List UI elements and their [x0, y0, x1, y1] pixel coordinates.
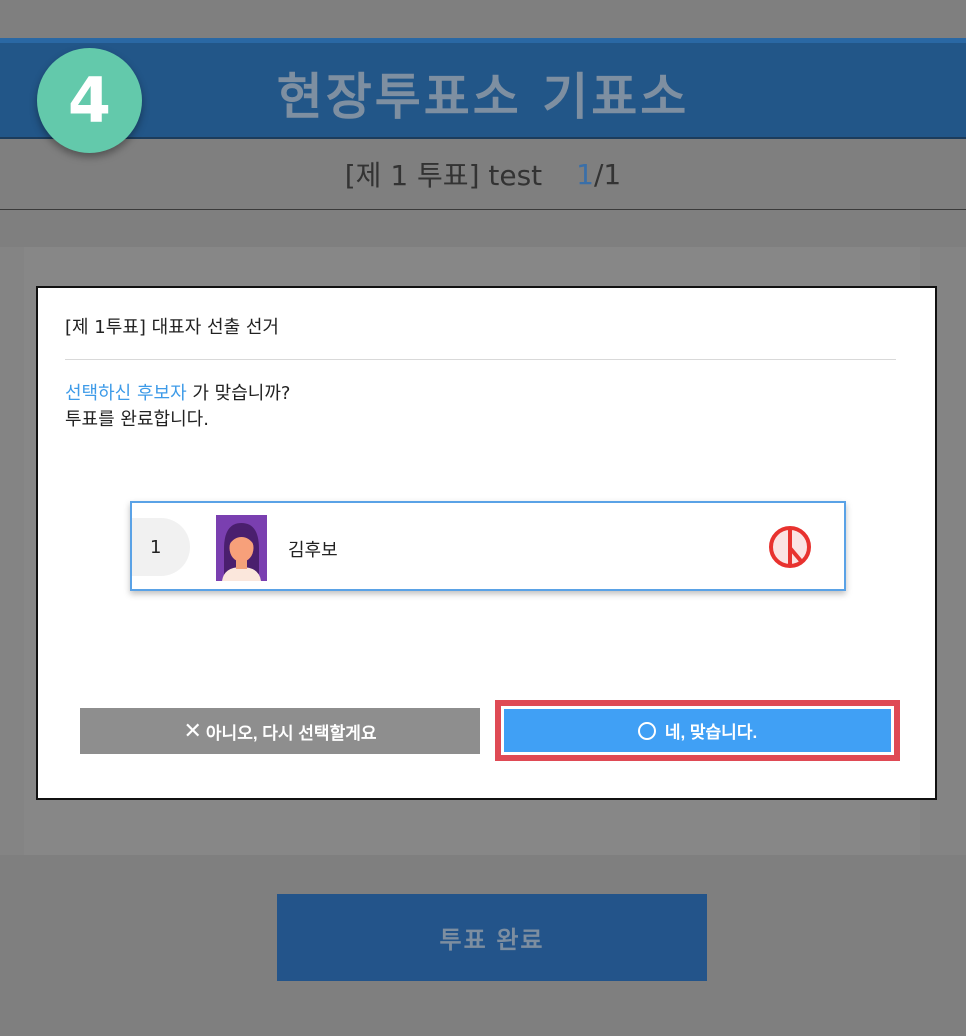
step-badge: 4	[37, 48, 142, 153]
yes-confirm-button[interactable]: 네, 맞습니다.	[504, 709, 891, 752]
yes-button-label: 네, 맞습니다.	[664, 723, 758, 742]
complete-vote-button[interactable]: 투표 완료	[277, 894, 707, 981]
no-reselect-button[interactable]: ✕ 아니오, 다시 선택할게요	[80, 708, 480, 754]
question-text: 가 맞습니까?	[186, 383, 291, 404]
candidate-number: 1	[132, 518, 190, 576]
ballot-label: [제 1 투표] test	[344, 159, 543, 192]
circle-icon	[637, 721, 656, 740]
candidate-avatar-icon	[216, 515, 267, 581]
dialog-title: [제 1투표] 대표자 선출 선거	[65, 317, 279, 338]
ballot-total-pages: /1	[594, 157, 622, 191]
no-button-label: 아니오, 다시 선택할게요	[205, 723, 377, 743]
top-strip	[0, 0, 966, 38]
candidate-photo	[216, 515, 267, 581]
vote-stamp-icon	[769, 526, 811, 568]
ballot-info-bar: [제 1 투표] test 1 /1	[0, 139, 966, 210]
dialog-question: 선택하신 후보자 가 맞습니까? 투표를 완료합니다.	[65, 381, 290, 433]
close-icon: ✕	[183, 718, 202, 743]
header-bar: 현장투표소 기표소	[0, 38, 966, 139]
ballot-current-page: 1	[576, 157, 594, 191]
candidate-name: 김후보	[288, 540, 338, 561]
selected-candidate-card: 1 김후보	[130, 501, 846, 591]
page-title: 현장투표소 기표소	[276, 68, 690, 126]
question-highlight: 선택하신 후보자	[65, 383, 187, 404]
confirm-dialog: [제 1투표] 대표자 선출 선거 선택하신 후보자 가 맞습니까? 투표를 완…	[36, 286, 937, 800]
dialog-divider	[65, 359, 896, 360]
confirm-highlight-frame: 네, 맞습니다.	[495, 700, 900, 761]
question-line2: 투표를 완료합니다.	[65, 409, 209, 430]
